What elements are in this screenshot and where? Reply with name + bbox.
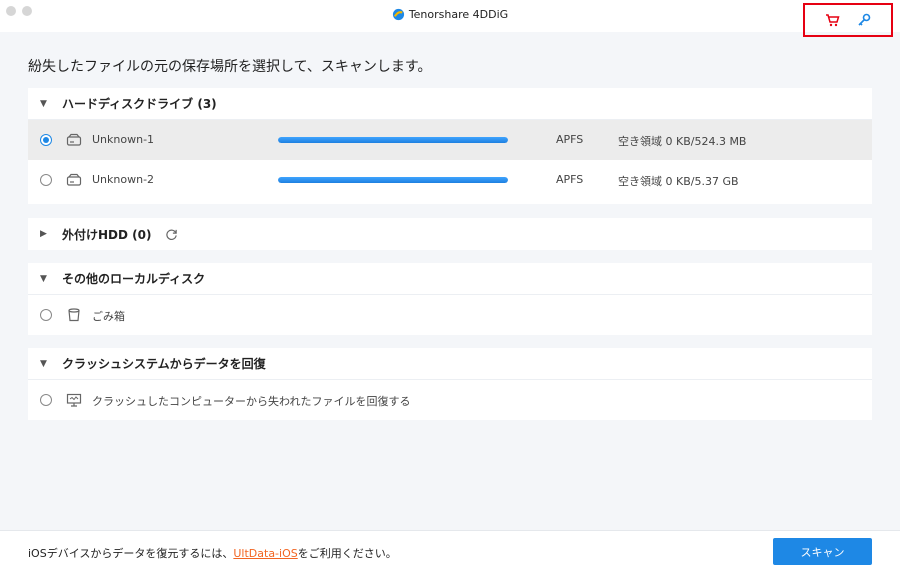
- ultdata-ios-link[interactable]: UltData-iOS: [233, 547, 297, 560]
- hard-disk-section-title: ハードディスクドライブ (3): [62, 97, 217, 111]
- hard-drive-icon: [66, 133, 82, 146]
- external-hdd-section: ▶ 外付けHDD (0): [28, 218, 872, 250]
- trash-icon: [68, 308, 80, 322]
- disk-row-unknown-2[interactable]: Unknown-2 APFS 空き領域 0 KB/5.37 GB: [28, 160, 872, 200]
- footer-text-after: をご利用ください。: [297, 547, 397, 560]
- free-space-label: 空き領域 0 KB/5.37 GB: [618, 175, 739, 188]
- hard-drive-icon: [66, 173, 82, 186]
- disk-label: Unknown-2: [92, 173, 155, 186]
- hard-disk-section-header[interactable]: ▼ ハードディスクドライブ (3): [28, 88, 872, 120]
- external-hdd-section-title: 外付けHDD (0): [62, 227, 152, 242]
- radio-unselected[interactable]: [40, 309, 52, 321]
- cart-icon[interactable]: [823, 11, 841, 29]
- caret-down-icon[interactable]: ▼: [40, 359, 54, 369]
- other-local-section: ▼ その他のローカルディスク ごみ箱: [28, 263, 872, 335]
- disk-usage-bar: [278, 177, 508, 183]
- crash-recovery-section-header[interactable]: ▼ クラッシュシステムからデータを回復: [28, 348, 872, 380]
- title-bar: Tenorshare 4DDiG: [0, 0, 900, 37]
- free-space-label: 空き領域 0 KB/524.3 MB: [618, 135, 747, 148]
- other-local-section-header[interactable]: ▼ その他のローカルディスク: [28, 263, 872, 295]
- filesystem-label: APFS: [556, 173, 584, 186]
- crash-recovery-section-title: クラッシュシステムからデータを回復: [62, 357, 266, 371]
- radio-selected[interactable]: [40, 134, 52, 146]
- hard-disk-section: ▼ ハードディスクドライブ (3) Unknown-1 APFS 空き領域 0 …: [28, 88, 872, 204]
- radio-unselected[interactable]: [40, 394, 52, 406]
- disk-usage-bar: [278, 137, 508, 143]
- app-title-text: Tenorshare 4DDiG: [408, 8, 509, 21]
- crash-recovery-row[interactable]: クラッシュしたコンピューターから失われたファイルを回復する: [28, 380, 872, 420]
- radio-unselected[interactable]: [40, 174, 52, 186]
- refresh-icon[interactable]: [165, 228, 178, 241]
- external-hdd-section-header[interactable]: ▶ 外付けHDD (0): [28, 218, 872, 250]
- caret-down-icon[interactable]: ▼: [40, 274, 54, 284]
- app-logo-icon: [392, 8, 404, 21]
- caret-right-icon[interactable]: ▶: [40, 229, 54, 239]
- crash-recovery-section: ▼ クラッシュシステムからデータを回復 クラッシュしたコンピューターから失われた…: [28, 348, 872, 420]
- caret-down-icon[interactable]: ▼: [40, 99, 54, 109]
- disk-row-unknown-1[interactable]: Unknown-1 APFS 空き領域 0 KB/524.3 MB: [28, 120, 872, 160]
- page-heading: 紛失したファイルの元の保存場所を選択して、スキャンします。: [28, 59, 432, 75]
- crash-recovery-label: クラッシュしたコンピューターから失われたファイルを回復する: [92, 395, 411, 408]
- toolbar-icons-highlight: [803, 3, 893, 37]
- scan-button[interactable]: スキャン: [773, 538, 872, 565]
- footer-message: iOSデバイスからデータを復元するには、UltData-iOSをご利用ください。: [28, 545, 397, 561]
- trash-row[interactable]: ごみ箱: [28, 295, 872, 335]
- disk-usage-fill: [278, 137, 508, 143]
- footer-text-before: iOSデバイスからデータを復元するには、: [28, 547, 234, 560]
- other-local-section-title: その他のローカルディスク: [62, 272, 206, 286]
- filesystem-label: APFS: [556, 133, 584, 146]
- disk-label: Unknown-1: [92, 133, 155, 146]
- trash-label: ごみ箱: [92, 310, 125, 323]
- app-title: Tenorshare 4DDiG: [0, 8, 900, 21]
- monitor-icon: [66, 393, 82, 407]
- disk-usage-fill: [278, 177, 508, 183]
- footer-bar: iOSデバイスからデータを復元するには、UltData-iOSをご利用ください。…: [0, 530, 900, 569]
- key-icon[interactable]: [855, 11, 873, 29]
